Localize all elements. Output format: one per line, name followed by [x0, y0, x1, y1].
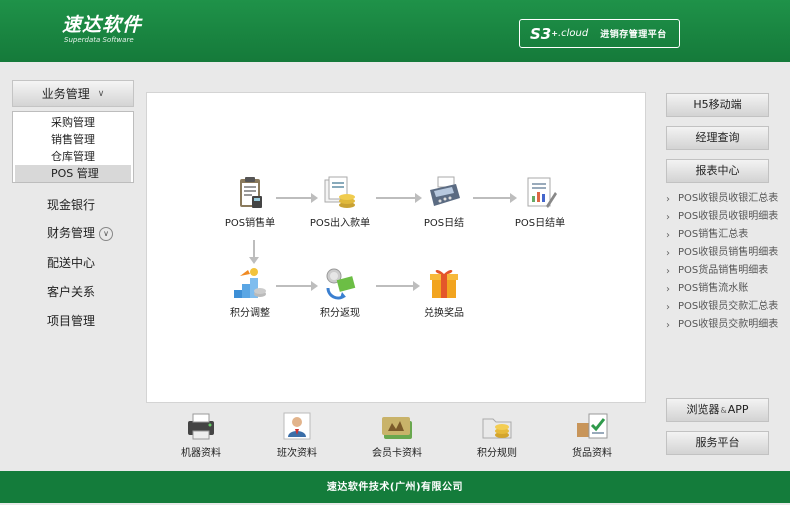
logo: 速达软件 Superdata Software — [62, 14, 142, 44]
menu-customer[interactable]: 客户关系 — [47, 283, 95, 300]
flow-arrow-down — [249, 240, 259, 264]
report-link[interactable]: POS销售流水账 — [666, 282, 784, 297]
h5-mobile-button[interactable]: H5移动端 — [666, 93, 769, 117]
brand-plus: + — [551, 29, 558, 38]
redeem-prize-label: 兑换奖品 — [424, 308, 464, 319]
header-bar: 速达软件 Superdata Software S3 + .cloud 进销存管理… — [0, 0, 790, 62]
app-label: APP — [727, 403, 749, 416]
goods-checklist-icon — [575, 411, 609, 441]
shift-info-label: 班次资料 — [277, 448, 317, 459]
browser-amp: & — [720, 406, 727, 415]
shift-info-item[interactable]: 班次资料 — [257, 411, 337, 459]
pos-inout-label: POS出入款单 — [309, 218, 371, 229]
business-management-label: 业务管理 — [41, 87, 90, 101]
browser-label: 浏览器 — [686, 403, 720, 416]
manager-query-button[interactable]: 经理查询 — [666, 126, 769, 150]
gift-box-icon — [426, 266, 462, 300]
logo-title: 速达软件 — [62, 14, 143, 36]
circle-chevron-down-icon[interactable]: ∨ — [99, 226, 114, 241]
points-return-node[interactable]: 积分返现 — [304, 266, 376, 319]
brand-s3: S3 — [530, 24, 552, 43]
report-list: POS收银员收银汇总表 POS收银员收银明细表 POS销售汇总表 POS收银员销… — [666, 192, 784, 336]
report-link[interactable]: POS收银员交款明细表 — [666, 318, 784, 333]
money-cycle-icon — [322, 266, 358, 300]
pos-daily-bill-node[interactable]: POS日结单 — [504, 176, 576, 229]
pos-inout-node[interactable]: POS出入款单 — [304, 176, 376, 229]
report-link[interactable]: POS收银员收银明细表 — [666, 210, 784, 225]
card-terminal-icon — [426, 176, 462, 210]
pos-sales-node[interactable]: POS销售单 — [214, 176, 286, 229]
report-link[interactable]: POS货品销售明细表 — [666, 264, 784, 279]
points-rule-item[interactable]: 积分规则 — [457, 411, 537, 459]
member-card-label: 会员卡资料 — [372, 448, 422, 459]
menu-finance-label: 财务管理 — [47, 226, 96, 240]
report-link[interactable]: POS收银员收银汇总表 — [666, 192, 784, 207]
brand-cloud: .cloud — [557, 28, 589, 39]
points-rule-label: 积分规则 — [477, 448, 517, 459]
menu-cash-bank[interactable]: 现金银行 — [47, 196, 95, 213]
product-badge: S3 + .cloud 进销存管理平台 — [519, 19, 680, 48]
footer-copyright: 速达软件技术(广州)有限公司 — [0, 471, 790, 503]
logo-subtitle: Superdata Software — [64, 36, 134, 44]
member-card-item[interactable]: 会员卡资料 — [357, 411, 437, 459]
redeem-prize-node[interactable]: 兑换奖品 — [408, 266, 480, 319]
coin-stairs-icon — [232, 266, 268, 300]
submenu-item-pos[interactable]: POS 管理 — [15, 165, 131, 182]
pos-daily-label: POS日结 — [423, 218, 465, 229]
documents-coins-icon — [322, 176, 358, 210]
points-adjust-label: 积分调整 — [230, 308, 270, 319]
menu-finance[interactable]: 财务管理 ∨ — [47, 224, 114, 241]
goods-info-label: 货品资料 — [572, 448, 612, 459]
pos-flow-panel — [146, 92, 646, 403]
goods-info-item[interactable]: 货品资料 — [552, 411, 632, 459]
report-link[interactable]: POS收银员销售明细表 — [666, 246, 784, 261]
clipboard-icon — [232, 176, 268, 210]
report-link[interactable]: POS销售汇总表 — [666, 228, 784, 243]
menu-project[interactable]: 项目管理 — [47, 312, 95, 329]
member-card-icon — [380, 411, 414, 441]
report-link[interactable]: POS收银员交款汇总表 — [666, 300, 784, 315]
report-center-button[interactable]: 报表中心 — [666, 159, 769, 183]
folder-coins-icon — [480, 411, 514, 441]
printer-icon — [184, 411, 218, 441]
business-management-button[interactable]: 业务管理 ∨ — [12, 80, 134, 107]
menu-delivery[interactable]: 配送中心 — [47, 254, 95, 271]
machine-info-label: 机器资料 — [181, 448, 221, 459]
staff-person-icon — [280, 411, 314, 441]
submenu-item-purchase[interactable]: 采购管理 — [13, 114, 133, 131]
double-chevron-down-icon: ∨ — [97, 88, 105, 99]
points-return-label: 积分返现 — [320, 308, 360, 319]
pos-sales-label: POS销售单 — [224, 218, 276, 229]
service-platform-button[interactable]: 服务平台 — [666, 431, 769, 455]
pos-daily-bill-label: POS日结单 — [514, 218, 566, 229]
browser-app-button[interactable]: 浏览器&APP — [666, 398, 769, 422]
report-pen-icon — [522, 176, 558, 210]
submenu-item-sales[interactable]: 销售管理 — [13, 131, 133, 148]
pos-daily-node[interactable]: POS日结 — [408, 176, 480, 229]
submenu-item-warehouse[interactable]: 仓库管理 — [13, 148, 133, 165]
machine-info-item[interactable]: 机器资料 — [161, 411, 241, 459]
points-adjust-node[interactable]: 积分调整 — [214, 266, 286, 319]
business-submenu: 采购管理 销售管理 仓库管理 POS 管理 — [12, 111, 134, 183]
brand-text: 进销存管理平台 — [600, 30, 667, 40]
